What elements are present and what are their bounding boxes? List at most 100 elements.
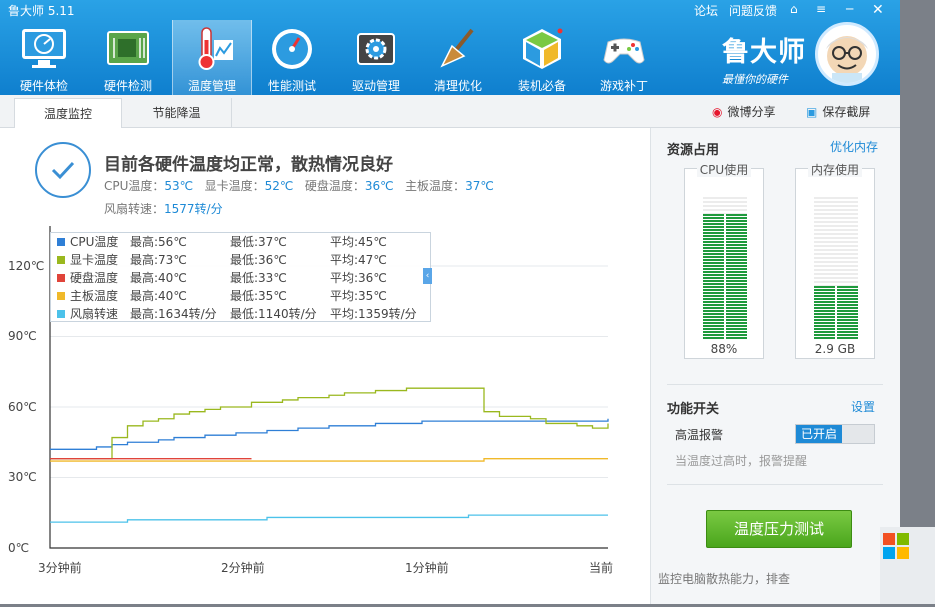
monitor-check-icon — [19, 24, 69, 74]
legend-min: 最低:1140转/分 — [230, 307, 317, 321]
x-tick-label: 2分钟前 — [221, 561, 265, 575]
legend-row-gpu: 显卡温度 最高:73℃ 最低:36℃ 平均:47℃ — [57, 251, 387, 269]
menu-icon[interactable]: ≡ — [816, 2, 826, 16]
nav-label: 装机必备 — [517, 79, 566, 93]
nav-label: 硬件体检 — [19, 79, 68, 93]
settings-link[interactable]: 设置 — [851, 398, 875, 415]
legend-row-fan: 风扇转速 最高:1634转/分 最低:1140转/分 平均:1359转/分 — [57, 305, 417, 323]
save-screenshot-button[interactable]: ▣ 保存截屏 — [806, 103, 870, 120]
cpu-usage-gauge: CPU使用 88% — [684, 163, 764, 359]
legend-swatch — [57, 310, 65, 318]
alarm-description: 当温度过高时，报警提醒 — [675, 454, 808, 468]
temperature-panel: 目前各硬件温度均正常，散热情况良好 CPU温度：53℃ 显卡温度：52℃ 硬盘温… — [0, 128, 650, 604]
memory-usage-value: 2.9 GB — [814, 342, 856, 356]
cpu-usage-track — [703, 197, 747, 339]
toggle-state: 已开启 — [796, 425, 842, 443]
minimize-icon[interactable]: ─ — [846, 2, 853, 16]
y-tick-label: 60℃ — [8, 400, 37, 414]
cube-icon — [517, 24, 567, 74]
legend-swatch — [57, 256, 65, 264]
board-temp-label: 主板温度： — [405, 179, 466, 193]
legend-swatch — [57, 274, 65, 282]
avatar[interactable] — [815, 22, 879, 86]
legend-max: 最高:40℃ — [130, 289, 187, 303]
x-tick-label: 1分钟前 — [405, 561, 449, 575]
legend-name: 主板温度 — [70, 289, 119, 303]
legend-max: 最高:56℃ — [130, 235, 187, 249]
legend-avg: 平均:1359转/分 — [330, 307, 417, 321]
nav-label: 硬件检测 — [103, 79, 152, 93]
fan-speed-summary: 风扇转速：1577转/分 — [104, 200, 223, 217]
tab-energy-saving[interactable]: 节能降温 — [122, 98, 232, 129]
nav-clean[interactable]: 清理优化 — [418, 20, 498, 95]
memory-usage-gauge: 内存使用 2.9 GB — [795, 163, 875, 359]
cpu-usage-fill — [703, 214, 747, 339]
gamepad-icon — [599, 24, 649, 74]
high-temp-alarm-toggle[interactable]: 已开启 — [795, 424, 875, 444]
y-tick-label: 120℃ — [8, 259, 45, 273]
legend-max: 最高:73℃ — [130, 253, 187, 267]
y-tick-label: 90℃ — [8, 329, 37, 343]
y-tick-label: 0℃ — [8, 541, 30, 555]
forum-link[interactable]: 论坛 — [694, 2, 718, 19]
stress-test-button[interactable]: 温度压力测试 — [706, 510, 852, 548]
nav-driver[interactable]: 驱动管理 — [336, 20, 416, 95]
legend-collapse-button[interactable]: ‹ — [423, 268, 432, 284]
check-icon — [35, 142, 91, 198]
nav-hardware-check[interactable]: 硬件体检 — [4, 20, 84, 95]
cpu-usage-value: 88% — [710, 342, 738, 356]
nav-label: 温度管理 — [187, 79, 236, 93]
nav-essentials[interactable]: 装机必备 — [502, 20, 582, 95]
brand: 鲁大师 最懂你的硬件 — [722, 30, 806, 87]
legend-swatch — [57, 238, 65, 246]
nav-label: 清理优化 — [433, 79, 482, 93]
divider — [667, 384, 883, 385]
tab-temperature-monitor[interactable]: 温度监控 — [14, 98, 122, 129]
high-temp-alarm-label: 高温报警 — [675, 428, 724, 442]
nav-temperature[interactable]: 温度管理 — [172, 20, 252, 95]
legend-min: 最低:35℃ — [230, 289, 287, 303]
legend-name: 风扇转速 — [70, 307, 119, 321]
windows-logo-watermark — [880, 527, 935, 604]
close-icon[interactable]: ✕ — [872, 2, 884, 18]
speedometer-icon — [267, 24, 317, 74]
resources-title: 资源占用 — [667, 143, 720, 158]
nav-label: 性能测试 — [267, 79, 316, 93]
gpu-temp-label: 显卡温度： — [204, 179, 265, 193]
feedback-link[interactable]: 问题反馈 — [729, 2, 777, 19]
fan-speed-label: 风扇转速： — [104, 202, 165, 216]
disk-temp-value: 36℃ — [364, 179, 394, 193]
cpu-usage-title: CPU使用 — [696, 163, 752, 177]
legend-name: 显卡温度 — [70, 253, 119, 267]
driver-gear-icon — [351, 24, 401, 74]
weibo-icon: ◉ — [712, 104, 723, 119]
board-chip-icon — [103, 24, 153, 74]
nav-game-patch[interactable]: 游戏补丁 — [584, 20, 664, 95]
board-temp-value: 37℃ — [465, 179, 494, 193]
x-tick-label: 3分钟前 — [38, 561, 82, 575]
nav-label: 游戏补丁 — [599, 79, 648, 93]
legend-min: 最低:37℃ — [230, 235, 287, 249]
optimize-memory-link[interactable]: 优化内存 — [830, 138, 878, 155]
legend-row-disk: 硬盘温度 最高:40℃ 最低:33℃ 平均:36℃ — [57, 269, 387, 287]
weibo-share-button[interactable]: ◉ 微博分享 — [712, 103, 776, 120]
nav-performance[interactable]: 性能测试 — [252, 20, 332, 95]
legend-avg: 平均:45℃ — [330, 235, 387, 249]
nav-label: 驱动管理 — [351, 79, 400, 93]
legend-max: 最高:40℃ — [130, 271, 187, 285]
legend-min: 最低:33℃ — [230, 271, 287, 285]
legend-swatch — [57, 292, 65, 300]
skin-icon[interactable]: ⌂ — [790, 2, 798, 16]
broom-icon — [433, 24, 483, 74]
nav-hardware-detect[interactable]: 硬件检测 — [88, 20, 168, 95]
weibo-share-label: 微博分享 — [727, 105, 776, 119]
memory-usage-fill — [814, 286, 858, 339]
legend-name: 硬盘温度 — [70, 271, 119, 285]
cpu-temp-value: 53℃ — [164, 179, 194, 193]
legend-max: 最高:1634转/分 — [130, 307, 217, 321]
disk-temp-label: 硬盘温度： — [304, 179, 365, 193]
cpu-temp-label: CPU温度： — [104, 179, 165, 193]
functions-title: 功能开关 — [667, 402, 720, 417]
legend-row-cpu: CPU温度 最高:56℃ 最低:37℃ 平均:45℃ — [57, 233, 387, 251]
app-window: 鲁大师 5.11 论坛 问题反馈 ⌂ ≡ ─ ✕ 硬件体检 硬件检测 温度管理 — [0, 0, 900, 604]
